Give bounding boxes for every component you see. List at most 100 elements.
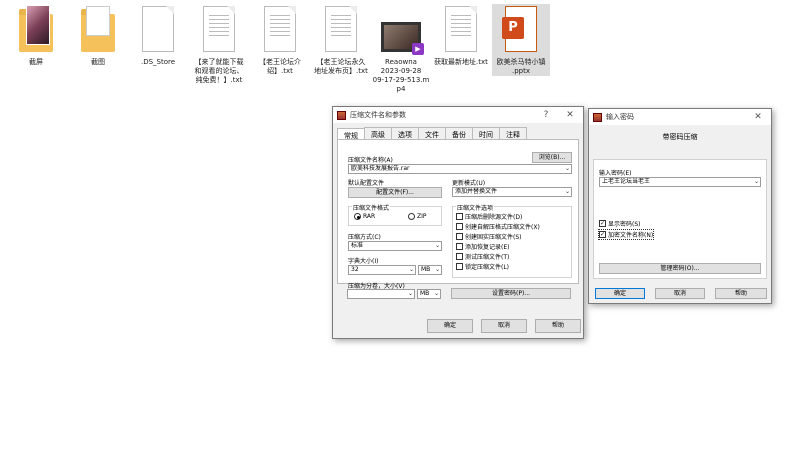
browse-button[interactable]: 浏览(B)...: [532, 152, 572, 163]
option-lock[interactable]: 锁定压缩文件(L): [456, 262, 509, 271]
cancel-button[interactable]: 取消: [481, 319, 527, 333]
split-size-select[interactable]: ⌄: [347, 289, 415, 299]
option-label: 创建自解压格式压缩文件(X): [465, 224, 540, 231]
option-solid[interactable]: 创建固实压缩文件(S): [456, 232, 522, 241]
desktop-file-screenshot-folder[interactable]: 截图: [67, 4, 129, 67]
file-label: 截屏: [29, 58, 43, 66]
file-label: 【老王论坛永久 地址发布页】.txt: [314, 58, 368, 75]
chevron-down-icon: ⌄: [433, 290, 439, 297]
format-rar-radio[interactable]: RAR: [354, 213, 375, 220]
ok-button[interactable]: 确定: [427, 319, 473, 333]
update-mode-value: 添加并替换文件: [455, 188, 498, 195]
enter-password-label: 输入密码(E): [599, 170, 632, 177]
desktop-file-txt-4[interactable]: 获取最新地址.txt: [430, 4, 492, 67]
chevron-down-icon: ⌄: [408, 266, 414, 273]
split-unit-value: MB: [420, 290, 430, 297]
chevron-down-icon: ⌄: [407, 290, 413, 297]
checkbox-icon: [456, 263, 463, 270]
desktop-file-txt-2[interactable]: 【老王论坛介 绍】.txt: [249, 4, 311, 76]
winrar-icon: [593, 112, 602, 122]
close-icon[interactable]: ✕: [561, 107, 579, 123]
password-dialog: 输入密码 ✕ 带密码压缩 输入密码(E) 上老王论坛当老王 ⌄ ✓ 显示密码(S) …: [588, 108, 772, 304]
file-label: Reaowna 2023-09-28 09-17-29-513.m p4: [372, 58, 430, 93]
default-profile-label: 默认配置文件: [348, 180, 385, 187]
desktop: 截屏 截图 .DS_Store 【来了就能下载 和观看的论坛、 纯免费！】.tx…: [0, 0, 800, 453]
help-button[interactable]: 帮助: [535, 319, 581, 333]
folder-icon: [16, 4, 56, 56]
archive-name-label: 压缩文件名称(A): [348, 157, 393, 164]
split-unit-select[interactable]: MB ⌄: [417, 289, 441, 299]
method-label: 压缩方式(C): [348, 234, 381, 241]
help-icon[interactable]: ?: [537, 107, 555, 123]
cancel-button[interactable]: 取消: [655, 288, 705, 299]
set-password-button[interactable]: 设置密码(P)...: [451, 288, 571, 299]
update-mode-select[interactable]: 添加并替换文件 ⌄: [452, 187, 572, 197]
chevron-down-icon: ⌄: [753, 178, 759, 185]
file-label: 获取最新地址.txt: [434, 58, 488, 66]
document-icon: [138, 4, 178, 56]
option-label: 添加恢复记录(E): [465, 244, 510, 251]
checkbox-icon: [456, 233, 463, 240]
password-dialog-title: 输入密码: [606, 113, 634, 121]
winrar-icon: [337, 110, 346, 120]
format-zip-radio[interactable]: ZIP: [408, 213, 427, 220]
archive-name-value: 欧美科技发展报告.rar: [351, 165, 410, 172]
text-file-icon: [199, 4, 239, 56]
text-file-icon: [260, 4, 300, 56]
desktop-file-txt-1[interactable]: 【来了就能下载 和观看的论坛、 纯免费！】.txt: [188, 4, 250, 85]
show-password-checkbox[interactable]: ✓ 显示密码(S): [599, 219, 641, 228]
file-label: 【老王论坛介 绍】.txt: [259, 58, 301, 75]
file-label: 欧美杀马特小镇 .pptx: [496, 58, 546, 75]
manage-passwords-button[interactable]: 管理密码(O)...: [599, 263, 761, 274]
chevron-down-icon: ⌄: [434, 242, 440, 249]
general-tab-panel: 压缩文件名称(A) 浏览(B)... 欧美科技发展报告.rar ⌄ 默认配置文件 …: [337, 139, 579, 290]
chevron-down-icon: ⌄: [564, 165, 570, 172]
powerpoint-file-icon: P: [501, 4, 541, 56]
encrypt-filenames-checkbox[interactable]: ✓ 加密文件名称(N): [597, 229, 655, 240]
option-sfx[interactable]: 创建自解压格式压缩文件(X): [456, 222, 540, 231]
method-select[interactable]: 标准 ⌄: [348, 241, 442, 251]
option-recovery[interactable]: 添加恢复记录(E): [456, 242, 509, 251]
option-test[interactable]: 测试压缩文件(T): [456, 252, 509, 261]
format-zip-label: ZIP: [417, 213, 427, 220]
options-group-label: 压缩文件选项: [456, 203, 495, 212]
profiles-button[interactable]: 配置文件(F)...: [348, 187, 442, 198]
file-label: 截图: [91, 58, 105, 66]
option-label: 创建固实压缩文件(S): [465, 234, 522, 241]
checkbox-icon: [456, 223, 463, 230]
show-password-label: 显示密码(S): [608, 221, 641, 228]
option-delete-files[interactable]: 压缩后删除源文件(D): [456, 212, 522, 221]
dict-size-select[interactable]: 32 ⌄: [348, 265, 416, 275]
archive-dialog-titlebar[interactable]: 压缩文件名和参数 ? ✕: [333, 107, 583, 123]
text-file-icon: [321, 4, 361, 56]
encrypt-filenames-label: 加密文件名称(N): [608, 232, 654, 239]
checkbox-icon: [456, 253, 463, 260]
video-file-icon: ▶: [381, 4, 424, 56]
dict-unit-select[interactable]: MB ⌄: [418, 265, 442, 275]
desktop-file-video[interactable]: ▶ Reaowna 2023-09-28 09-17-29-513.m p4: [370, 4, 432, 94]
archive-name-input[interactable]: 欧美科技发展报告.rar ⌄: [348, 164, 572, 174]
password-input[interactable]: 上老王论坛当老王 ⌄: [599, 177, 761, 187]
close-icon[interactable]: ✕: [749, 109, 767, 125]
chevron-down-icon: ⌄: [434, 266, 440, 273]
desktop-file-pptx[interactable]: P 欧美杀马特小镇 .pptx: [492, 4, 550, 76]
format-group-label: 压缩文件格式: [352, 203, 391, 212]
radio-icon: [408, 213, 415, 220]
checkbox-icon: [456, 213, 463, 220]
radio-selected-icon: [354, 213, 361, 220]
desktop-file-txt-3[interactable]: 【老王论坛永久 地址发布页】.txt: [310, 4, 372, 76]
ok-button[interactable]: 确定: [595, 288, 645, 299]
desktop-file-ds-store[interactable]: .DS_Store: [127, 4, 189, 67]
format-rar-label: RAR: [363, 213, 376, 220]
password-dialog-titlebar[interactable]: 输入密码 ✕: [589, 109, 771, 125]
help-button[interactable]: 帮助: [715, 288, 767, 299]
archive-dialog: 压缩文件名和参数 ? ✕ 常规 高级 选项 文件 备份 时间 注释 压缩文件名称…: [332, 106, 584, 339]
update-mode-label: 更新模式(U): [452, 180, 486, 187]
desktop-file-screenshots-folder[interactable]: 截屏: [5, 4, 67, 67]
chevron-down-icon: ⌄: [564, 188, 570, 195]
dict-unit-value: MB: [421, 266, 431, 273]
dict-size-label: 字典大小(I): [348, 258, 379, 265]
option-label: 压缩后删除源文件(D): [465, 214, 523, 221]
option-label: 锁定压缩文件(L): [465, 264, 510, 271]
checkbox-icon: [456, 243, 463, 250]
